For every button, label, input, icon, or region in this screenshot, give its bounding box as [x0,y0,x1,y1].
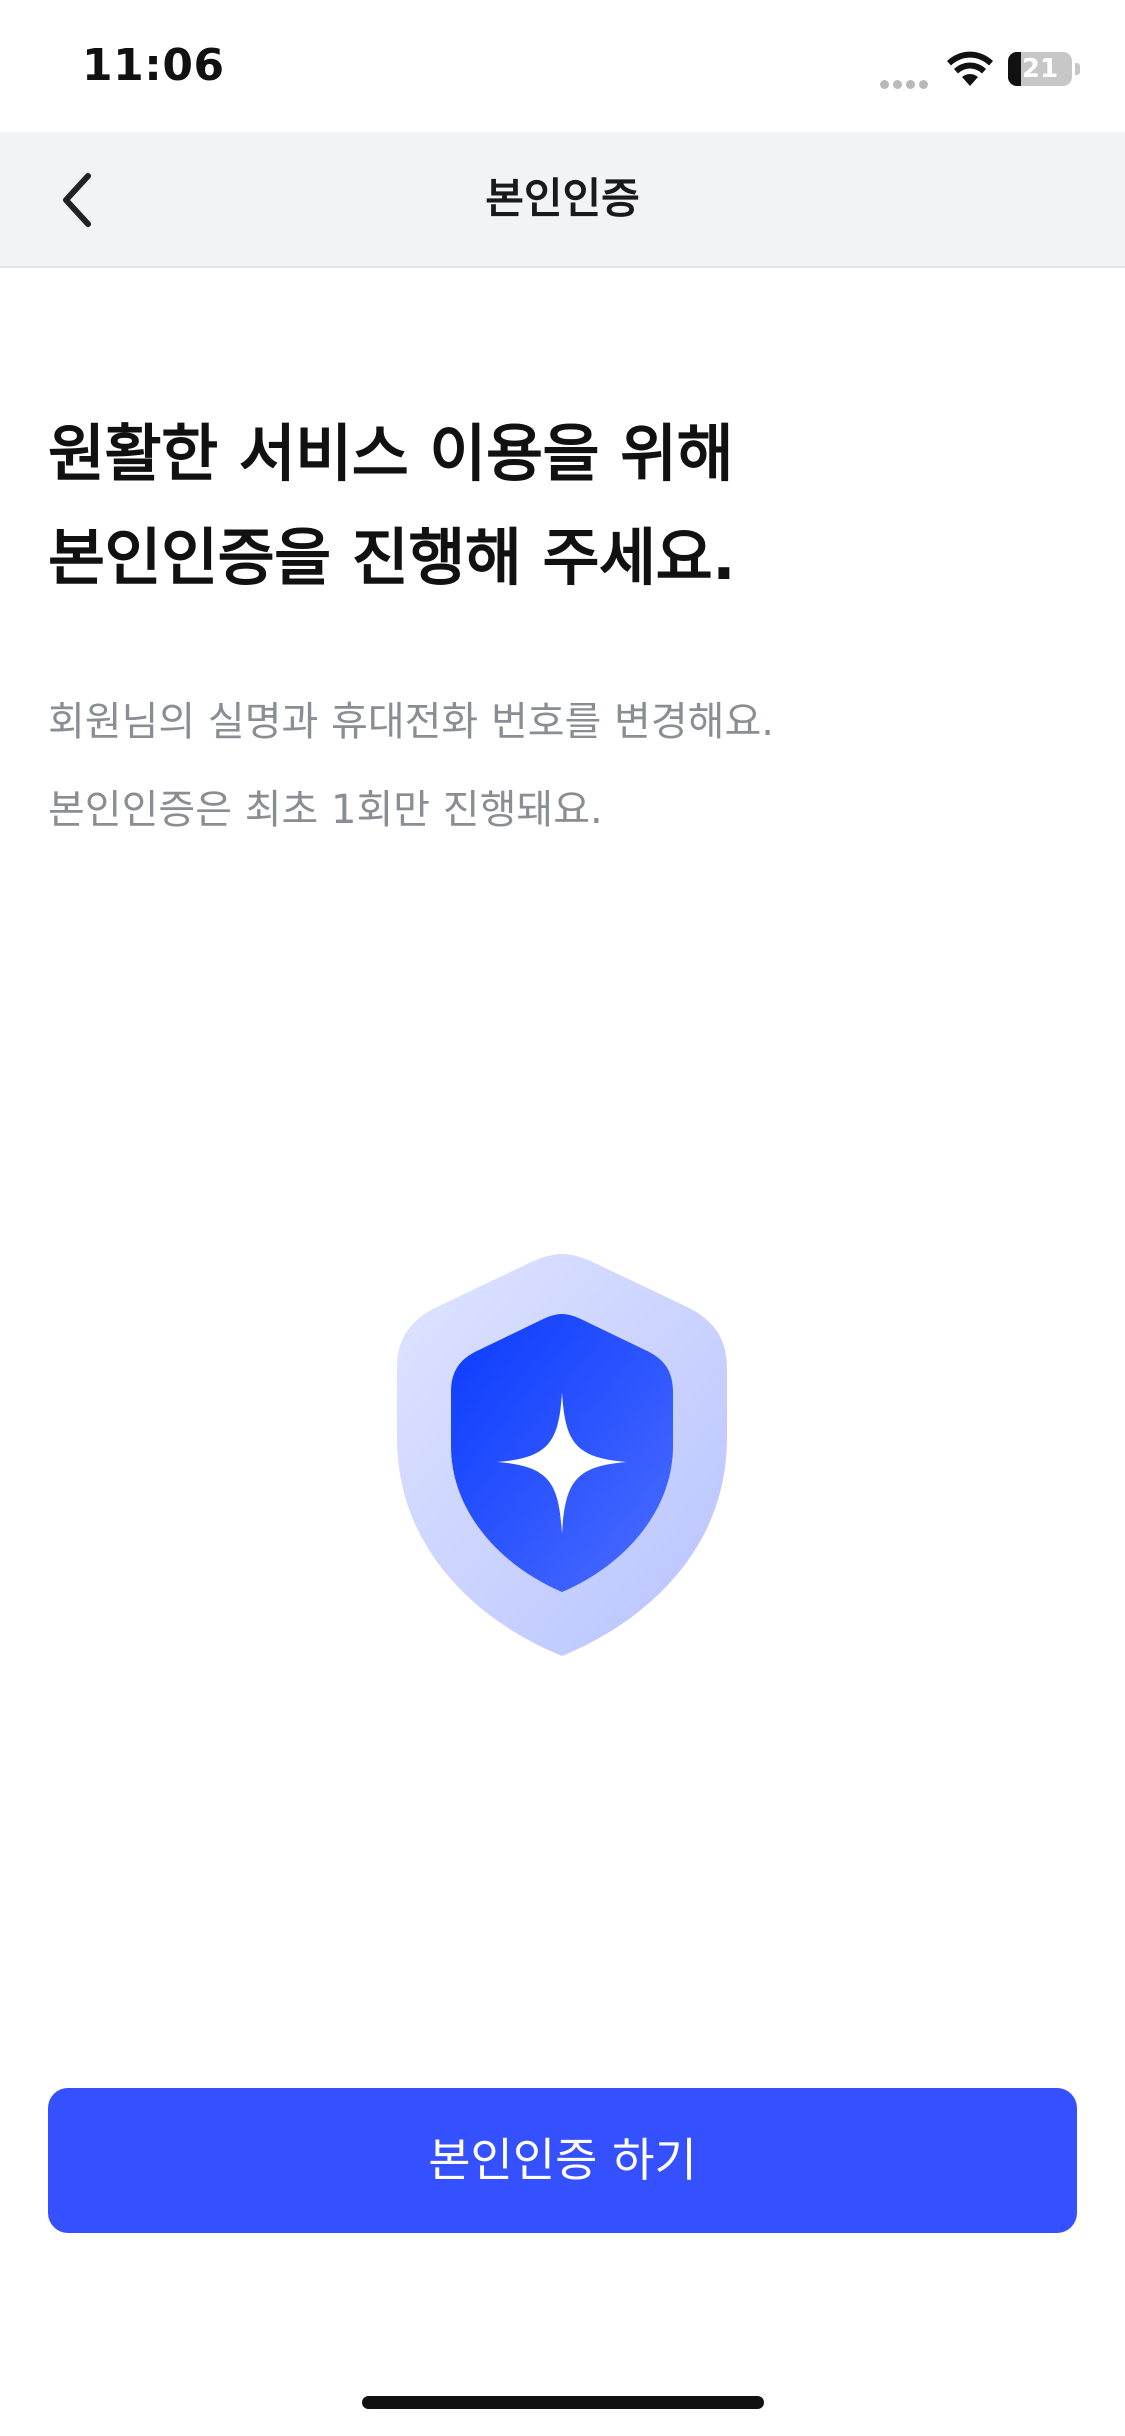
status-bar: 11:06 21 [0,0,1125,132]
wifi-icon [947,51,993,86]
description: 회원님의 실명과 휴대전화 번호를 변경해요. 본인인증은 최초 1회만 진행돼… [48,678,1068,854]
battery-icon: 21 [1008,52,1080,86]
status-time: 11:06 [82,40,225,91]
battery-level: 21 [1021,54,1059,84]
navigation-bar: 본인인증 [0,132,1125,268]
headline: 원활한 서비스 이용을 위해 본인인증을 진행해 주세요. [48,402,1068,610]
description-line-2: 본인인증은 최초 1회만 진행돼요. [48,787,603,833]
verify-identity-button[interactable]: 본인인증 하기 [48,2088,1077,2233]
cellular-signal-icon [880,74,932,89]
headline-line-1: 원활한 서비스 이용을 위해 [48,417,734,490]
home-indicator [362,2396,764,2409]
back-button[interactable] [40,162,116,238]
headline-line-2: 본인인증을 진행해 주세요. [48,521,736,594]
page-title: 본인인증 [485,174,640,223]
description-line-1: 회원님의 실명과 휴대전화 번호를 변경해요. [48,699,774,745]
chevron-left-icon [63,173,91,227]
shield-sparkle-icon [397,1254,727,1656]
